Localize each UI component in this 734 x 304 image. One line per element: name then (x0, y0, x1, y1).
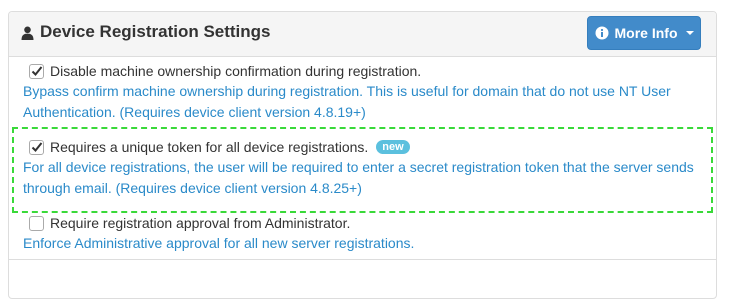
unique-token-checkbox[interactable] (29, 139, 44, 155)
info-circle-icon (595, 26, 609, 40)
option-description-line: For all device registrations, the user w… (23, 159, 694, 175)
option-row: Requires a unique token for all device r… (29, 139, 716, 155)
caret-down-icon (685, 31, 694, 35)
option-disable-ownership: Disable machine ownership confirmation d… (23, 63, 716, 123)
device-registration-panel: Device Registration Settings More Info D… (8, 11, 717, 299)
option-row: Require registration approval from Admin… (29, 215, 716, 231)
option-unique-token: Requires a unique token for all device r… (23, 139, 716, 199)
checkmark-icon (31, 141, 43, 152)
user-icon (21, 25, 34, 40)
option-admin-approval: Require registration approval from Admin… (23, 215, 716, 254)
more-info-button[interactable]: More Info (587, 16, 701, 50)
admin-approval-checkbox[interactable] (29, 215, 44, 231)
option-description: For all device registrations, the user w… (23, 157, 716, 199)
panel-title: Device Registration Settings (21, 22, 271, 42)
option-label: Requires a unique token for all device r… (50, 139, 369, 155)
more-info-label: More Info (614, 25, 678, 41)
panel-header: Device Registration Settings More Info (9, 12, 716, 57)
checkmark-icon (31, 65, 43, 76)
option-description-line: Enforce Administrative approval for all … (23, 235, 415, 251)
option-label: Disable machine ownership confirmation d… (50, 63, 422, 79)
option-row: Disable machine ownership confirmation d… (29, 63, 716, 79)
option-description-line: through email. (Requires device client v… (23, 180, 362, 196)
new-badge: new (376, 140, 410, 154)
option-description: Enforce Administrative approval for all … (23, 233, 716, 254)
panel-footer-divider (9, 259, 716, 260)
option-description: Bypass confirm machine ownership during … (23, 81, 716, 123)
panel-title-text: Device Registration Settings (40, 22, 271, 41)
option-description-line: Bypass confirm machine ownership during … (23, 83, 671, 99)
disable-ownership-checkbox[interactable] (29, 63, 44, 79)
option-label: Require registration approval from Admin… (50, 215, 351, 231)
option-description-line: Authentication. (Requires device client … (23, 104, 366, 120)
